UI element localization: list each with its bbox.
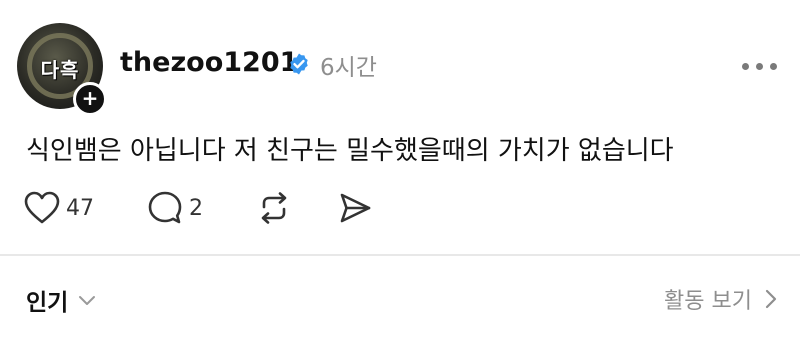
follow-plus-button[interactable]: + — [73, 82, 107, 116]
comment-bubble-icon — [148, 191, 182, 224]
sort-dropdown[interactable]: 인기 — [26, 283, 98, 317]
activity-label: 활동 보기 — [664, 289, 752, 314]
comment-count: 2 — [189, 195, 203, 221]
sort-label: 인기 — [26, 290, 69, 316]
more-dot-icon — [756, 63, 763, 70]
divider — [0, 254, 800, 256]
chevron-right-icon — [765, 289, 777, 309]
repost-icon — [261, 192, 287, 224]
like-button[interactable]: 47 — [24, 190, 94, 226]
view-activity-link[interactable]: 활동 보기 — [664, 283, 778, 315]
thread-post: 다흑 + thezoo1201 6시간 식인뱀은 아닙니다 저 친구는 밀수했을… — [0, 0, 800, 240]
post-time: 6시간 — [320, 55, 377, 81]
more-dot-icon — [742, 63, 749, 70]
action-bar: 47 2 — [0, 190, 800, 230]
like-count: 47 — [66, 195, 94, 221]
heart-icon — [24, 191, 60, 224]
repost-button[interactable] — [256, 190, 292, 226]
send-icon — [340, 193, 371, 223]
comment-button[interactable]: 2 — [147, 190, 203, 226]
post-body: 식인뱀은 아닙니다 저 친구는 밀수했을때의 가치가 없습니다 — [26, 136, 674, 166]
chevron-down-icon — [79, 296, 96, 305]
more-options-button[interactable] — [740, 62, 780, 74]
avatar-text: 다흑 — [40, 58, 80, 82]
more-dot-icon — [770, 63, 777, 70]
share-button[interactable] — [338, 190, 372, 226]
username[interactable]: thezoo1201 — [120, 47, 298, 78]
verified-badge-icon — [290, 53, 308, 75]
